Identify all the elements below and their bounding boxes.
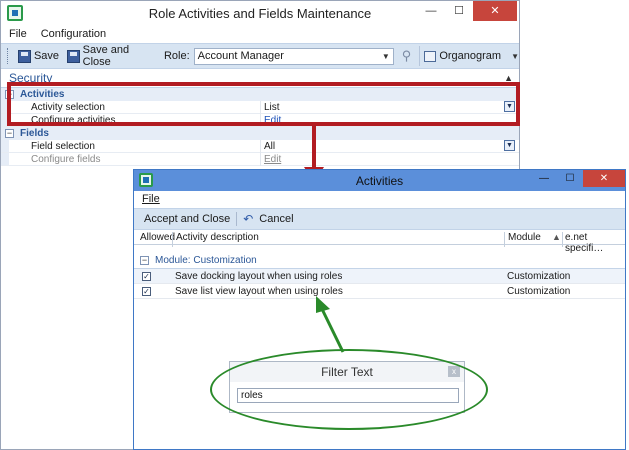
property-name: Configure fields	[31, 154, 101, 165]
save-and-close-button[interactable]: Save and Close	[65, 44, 160, 68]
field-selection-value[interactable]: All	[264, 141, 275, 152]
role-select-value: Account Manager	[197, 49, 284, 62]
menu-file[interactable]: File	[142, 193, 160, 205]
cancel-button[interactable]: Cancel	[259, 213, 293, 225]
activity-description: Save list view layout when using roles	[175, 286, 343, 297]
callout-arrow-line	[312, 126, 316, 168]
activity-module: Customization	[507, 271, 571, 282]
menu-configuration[interactable]: Configuration	[41, 28, 106, 40]
collapse-icon[interactable]: −	[5, 129, 14, 138]
callout-ellipse	[210, 349, 488, 430]
sort-ascending-icon: ▲	[552, 232, 561, 242]
group-label: Module: Customization	[155, 255, 257, 266]
property-name: Field selection	[31, 141, 95, 152]
save-close-icon	[67, 49, 80, 63]
role-label: Role:	[163, 50, 190, 62]
organogram-button[interactable]: Organogram	[419, 46, 505, 66]
property-row: Configure fields Edit	[1, 153, 519, 166]
save-button[interactable]: Save	[16, 49, 61, 63]
column-header-module[interactable]: Module	[508, 232, 541, 243]
group-row[interactable]: − Module: Customization	[134, 253, 625, 269]
allowed-checkbox[interactable]: ✓	[142, 287, 151, 296]
category-fields[interactable]: − Fields	[1, 127, 519, 140]
activities-toolbar: Accept and Close ↶ Cancel	[134, 208, 625, 230]
toolbar-overflow-icon[interactable]: ▼	[511, 52, 519, 61]
save-close-label: Save and Close	[82, 44, 130, 68]
save-label: Save	[33, 50, 60, 62]
accept-and-close-button[interactable]: Accept and Close	[144, 213, 230, 225]
highlight-box	[7, 82, 520, 126]
save-icon	[17, 49, 31, 63]
menu-file[interactable]: File	[9, 28, 27, 40]
main-toolbar: Save Save and Close Role: Account Manage…	[1, 43, 519, 69]
main-menubar: File Configuration	[1, 25, 519, 43]
activities-menubar: File	[134, 191, 625, 208]
chevron-down-icon[interactable]: ▼	[504, 140, 515, 151]
category-label: Fields	[20, 128, 49, 139]
maximize-button[interactable]: ☐	[445, 1, 473, 21]
column-header-description[interactable]: Activity description	[176, 232, 259, 243]
organogram-label: Organogram	[439, 50, 502, 62]
organogram-icon	[424, 50, 437, 62]
activities-window-controls: — ☐ ✕	[531, 170, 625, 187]
close-button[interactable]: ✕	[473, 1, 517, 21]
activity-description: Save docking layout when using roles	[175, 271, 343, 282]
chevron-down-icon: ▼	[381, 51, 390, 61]
toolbar-grip[interactable]	[7, 48, 10, 64]
column-header-enet-specific[interactable]: e.net specifi…	[565, 232, 625, 254]
activities-titlebar: Activities — ☐ ✕	[134, 170, 625, 191]
table-row[interactable]: ✓ Save docking layout when using roles C…	[134, 269, 625, 284]
search-icon[interactable]: ⚲	[402, 48, 412, 64]
table-row[interactable]: ✓ Save list view layout when using roles…	[134, 284, 625, 299]
main-titlebar: Role Activities and Fields Maintenance —…	[1, 1, 519, 25]
property-row[interactable]: Field selection All ▼	[1, 140, 519, 153]
allowed-checkbox[interactable]: ✓	[142, 272, 151, 281]
maximize-button[interactable]: ☐	[557, 170, 583, 187]
close-button[interactable]: ✕	[583, 170, 625, 187]
collapse-icon[interactable]: −	[140, 256, 149, 265]
role-select[interactable]: Account Manager ▼	[193, 47, 394, 65]
activities-grid-header: Allowed Activity description Module ▲ e.…	[134, 230, 625, 254]
column-header-allowed[interactable]: Allowed	[140, 232, 175, 243]
activity-module: Customization	[507, 286, 571, 297]
minimize-button[interactable]: —	[417, 1, 445, 21]
main-window-controls: — ☐ ✕	[417, 1, 517, 21]
minimize-button[interactable]: —	[531, 170, 557, 187]
configure-fields-edit-link: Edit	[264, 154, 282, 165]
undo-icon: ↶	[243, 212, 254, 226]
